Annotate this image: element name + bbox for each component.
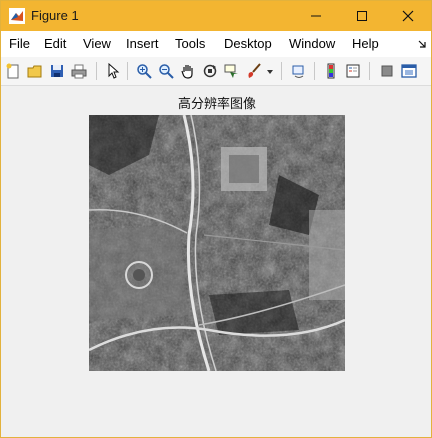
rotate-3d-button[interactable] [200,61,220,81]
zoom-in-icon [137,64,152,79]
maximize-button[interactable] [339,1,385,31]
high-resolution-image[interactable] [89,115,345,371]
insert-legend-button[interactable] [343,61,363,81]
insert-legend-icon [346,64,360,78]
edit-plot-icon [108,63,120,79]
hide-plot-tools-icon [381,65,393,77]
pan-icon [181,65,193,79]
close-button[interactable] [385,1,431,31]
save-icon [51,65,63,77]
zoom-in-button[interactable] [134,61,154,81]
show-plot-tools-button[interactable] [399,61,419,81]
menu-edit[interactable]: Edit [44,36,66,51]
brush-icon [248,63,261,78]
data-cursor-button[interactable] [222,61,242,81]
insert-colorbar-button[interactable] [321,61,341,81]
menu-help[interactable]: Help [352,36,379,51]
print-button[interactable] [69,61,89,81]
open-file-icon [27,65,42,78]
link-plot-button[interactable] [289,61,309,81]
toolbar-separator [127,62,128,80]
link-plot-icon [292,65,304,78]
figure-window: Figure 1 File Edit View Insert Tools Des… [0,0,432,438]
chevron-down-icon[interactable] [267,70,273,74]
window-title: Figure 1 [31,8,79,23]
minimize-button[interactable] [293,1,339,31]
maximize-icon [357,11,367,21]
zoom-out-icon [159,64,174,79]
aerial-image [89,115,345,371]
toolbar-separator [281,62,282,80]
title-bar[interactable]: Figure 1 [1,1,431,31]
toolbar-separator [314,62,315,80]
rotate-3d-icon [203,64,217,78]
new-figure-button[interactable] [3,61,23,81]
print-icon [71,64,87,79]
menu-tools[interactable]: Tools [175,36,205,51]
menu-file[interactable]: File [9,36,30,51]
toolbar-separator [96,62,97,80]
plot-title: 高分辨率图像 [177,97,256,112]
menu-view[interactable]: View [83,36,111,51]
menu-window[interactable]: Window [289,36,335,51]
brush-button[interactable] [244,61,264,81]
dock-arrow-icon[interactable] [417,39,427,49]
edit-plot-button[interactable] [103,61,123,81]
figure-toolbar [1,57,431,86]
hide-plot-tools-button[interactable] [377,61,397,81]
open-file-button[interactable] [25,61,45,81]
save-button[interactable] [47,61,67,81]
show-plot-tools-icon [401,64,417,78]
menu-insert[interactable]: Insert [126,36,159,51]
zoom-out-button[interactable] [156,61,176,81]
insert-colorbar-icon [327,63,335,79]
data-cursor-icon [224,64,238,78]
minimize-icon [311,15,321,17]
toolbar-separator [369,62,370,80]
new-figure-icon [6,63,19,79]
menu-desktop[interactable]: Desktop [224,36,272,51]
pan-button[interactable] [178,61,198,81]
matlab-icon [9,8,25,24]
close-icon [402,10,414,22]
menu-bar: File Edit View Insert Tools Desktop Wind… [1,31,431,57]
